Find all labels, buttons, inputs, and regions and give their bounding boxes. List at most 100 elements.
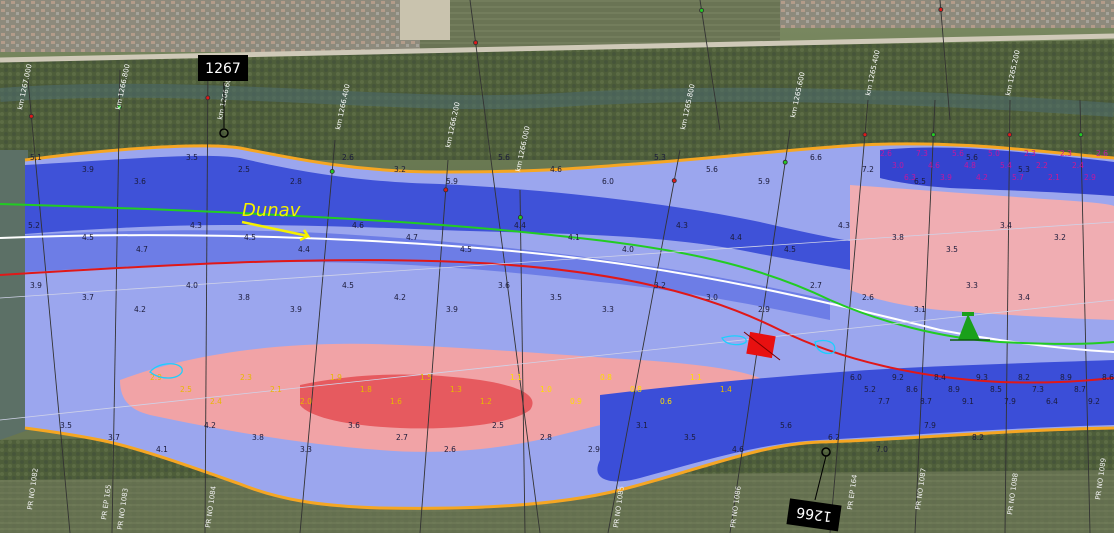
depth-value: 2.2 bbox=[1036, 161, 1048, 170]
profile-endpoint bbox=[1078, 132, 1084, 138]
depth-value: 4.4 bbox=[514, 221, 526, 230]
profile-endpoint bbox=[443, 187, 449, 193]
depth-value: 1.1 bbox=[690, 373, 702, 382]
depth-value: 5.6 bbox=[952, 149, 964, 158]
depth-value: 4.3 bbox=[838, 221, 850, 230]
depth-value: 7.9 bbox=[924, 421, 936, 430]
depth-value: 2.3 bbox=[1060, 149, 1072, 158]
depth-value: 3.5 bbox=[186, 153, 198, 162]
depth-value: 1.5 bbox=[420, 373, 432, 382]
depth-value: 4.6 bbox=[732, 445, 744, 454]
depth-value: 8.9 bbox=[1060, 373, 1072, 382]
depth-value: 8.2 bbox=[1018, 373, 1030, 382]
depth-value: 8.6 bbox=[1102, 373, 1114, 382]
km-marker-label: 1267 bbox=[205, 61, 241, 77]
depth-value: 3.4 bbox=[1018, 293, 1030, 302]
depth-value: 1.9 bbox=[330, 373, 342, 382]
depth-value: 7.3 bbox=[1032, 385, 1044, 394]
depth-value: 2.8 bbox=[540, 433, 552, 442]
depth-value: 3.2 bbox=[1054, 233, 1066, 242]
depth-value: 5.2 bbox=[864, 385, 876, 394]
depth-value: 5.6 bbox=[780, 421, 792, 430]
depth-value: 2.6 bbox=[444, 445, 456, 454]
town-area bbox=[0, 0, 420, 52]
depth-value: 4.5 bbox=[244, 233, 256, 242]
map-viewport[interactable]: 5.1 3.9 3.6 3.5 2.5 2.8 2.6 3.2 5.9 5.6 4.6 6.0 5.3 5… bbox=[0, 0, 1114, 533]
depth-value: 2.0 bbox=[300, 397, 312, 406]
depth-value: 4.6 bbox=[352, 221, 364, 230]
depth-value: 5.0 bbox=[988, 149, 1000, 158]
depth-value: 3.4 bbox=[1000, 221, 1012, 230]
depth-value: 5.6 bbox=[706, 165, 718, 174]
depth-value: 4.5 bbox=[784, 245, 796, 254]
depth-value: 6.0 bbox=[850, 373, 862, 382]
depth-value: 0.8 bbox=[630, 385, 642, 394]
depth-value: 4.5 bbox=[82, 233, 94, 242]
profile-endpoint bbox=[1007, 132, 1013, 138]
depth-value: 4.1 bbox=[568, 233, 580, 242]
depth-value: 5.3 bbox=[654, 153, 666, 162]
depth-value: 3.8 bbox=[238, 293, 250, 302]
depth-value: 2.6 bbox=[1096, 149, 1108, 158]
town-area-right bbox=[780, 0, 1114, 28]
depth-value: 0.6 bbox=[660, 397, 672, 406]
depth-value: 1.1 bbox=[510, 373, 522, 382]
depth-value: 6.6 bbox=[810, 153, 822, 162]
depth-value: 4.8 bbox=[964, 161, 976, 170]
depth-value: 1.0 bbox=[540, 385, 552, 394]
depth-value: 5.2 bbox=[28, 221, 40, 230]
depth-value: 4.4 bbox=[730, 233, 742, 242]
depth-value: 6.3 bbox=[904, 173, 916, 182]
depth-value: 5.6 bbox=[498, 153, 510, 162]
depth-value: 0.9 bbox=[570, 397, 582, 406]
profile-endpoint bbox=[205, 95, 211, 101]
depth-value: 8.6 bbox=[906, 385, 918, 394]
depth-value: 9.3 bbox=[976, 373, 988, 382]
depth-value: 9.2 bbox=[1088, 397, 1100, 406]
depth-value: 4.7 bbox=[406, 233, 418, 242]
depth-value: 7.7 bbox=[878, 397, 890, 406]
depth-value: 9.2 bbox=[892, 373, 904, 382]
depth-value: 3.8 bbox=[892, 233, 904, 242]
depth-value: 2.4 bbox=[1072, 161, 1084, 170]
depth-value: 8.9 bbox=[948, 385, 960, 394]
depth-value: 7.9 bbox=[1004, 397, 1016, 406]
depth-value: 4.3 bbox=[190, 221, 202, 230]
depth-value: 1.4 bbox=[720, 385, 732, 394]
depth-value: 3.6 bbox=[134, 177, 146, 186]
depth-value: 5.9 bbox=[446, 177, 458, 186]
depth-value: 3.5 bbox=[60, 421, 72, 430]
depth-value: 2.6 bbox=[862, 293, 874, 302]
profile-endpoint bbox=[329, 168, 335, 174]
depth-value: 9.1 bbox=[962, 397, 974, 406]
depth-value: 3.3 bbox=[602, 305, 614, 314]
depth-value: 5.1 bbox=[30, 153, 42, 162]
depth-value: 2.7 bbox=[810, 281, 822, 290]
profile-endpoint bbox=[862, 132, 868, 138]
depth-value: 3.9 bbox=[940, 173, 952, 182]
depth-value: 2.6 bbox=[880, 149, 892, 158]
depth-value: 5.4 bbox=[1000, 161, 1012, 170]
depth-value: 8.7 bbox=[1074, 385, 1086, 394]
depth-value: 6.4 bbox=[1046, 397, 1058, 406]
depth-value: 3.6 bbox=[348, 421, 360, 430]
depth-value: 3.5 bbox=[946, 245, 958, 254]
depth-value: 1.2 bbox=[480, 397, 492, 406]
depth-value: 3.7 bbox=[108, 433, 120, 442]
depth-value: 4.0 bbox=[186, 281, 198, 290]
depth-value: 3.3 bbox=[966, 281, 978, 290]
depth-value: 3.9 bbox=[30, 281, 42, 290]
profile-endpoint bbox=[671, 178, 677, 184]
profile-endpoint bbox=[699, 7, 705, 13]
depth-value: 1.6 bbox=[390, 397, 402, 406]
depth-value: 2.3 bbox=[1024, 149, 1036, 158]
depth-value: 4.0 bbox=[622, 245, 634, 254]
west-waterbody bbox=[0, 150, 28, 440]
depth-value: 3.5 bbox=[550, 293, 562, 302]
depth-value: 8.7 bbox=[920, 397, 932, 406]
depth-value: 4.2 bbox=[394, 293, 406, 302]
shallow-zone-right bbox=[850, 185, 1114, 320]
depth-value: 7.0 bbox=[876, 445, 888, 454]
depth-value: 8.4 bbox=[934, 373, 946, 382]
depth-value: 1.3 bbox=[450, 385, 462, 394]
